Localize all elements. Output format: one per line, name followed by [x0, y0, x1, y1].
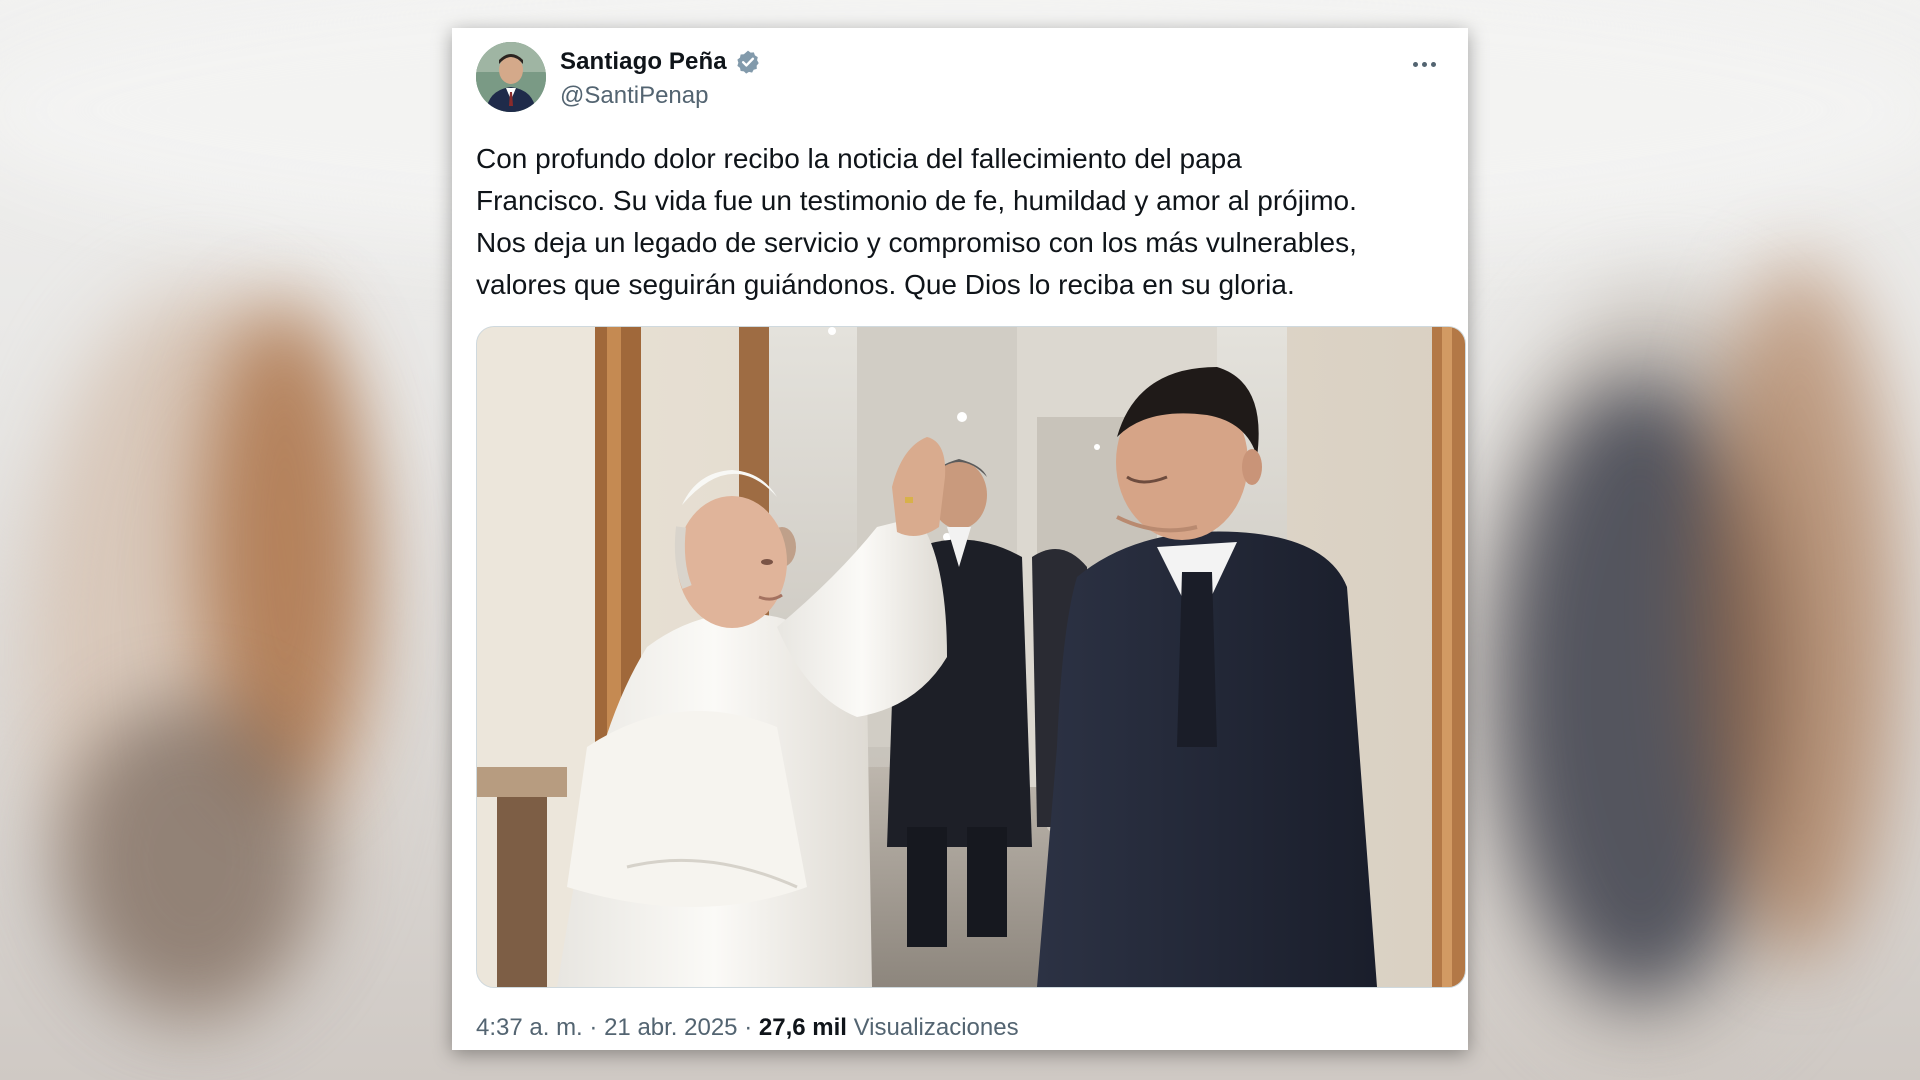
tweet-meta: 4:37 a. m. · 21 abr. 2025 · 27,6 mil Vis…	[476, 1014, 1019, 1042]
tweet-text-line: Con profundo dolor recibo la noticia del…	[476, 143, 1242, 174]
tweet-card: Santiago Peña @SantiPenap Con profundo d…	[452, 28, 1468, 1050]
tweet-date[interactable]: 21 abr. 2025	[604, 1014, 737, 1041]
views-label: Visualizaciones	[853, 1014, 1019, 1041]
meta-separator: ·	[589, 1014, 598, 1041]
author-avatar[interactable]	[476, 42, 546, 112]
tweet-photo[interactable]	[476, 326, 1466, 988]
tweet-text-line: Nos deja un legado de servicio y comprom…	[476, 227, 1357, 258]
views-count: 27,6 mil	[758, 1014, 847, 1041]
tweet-text-line: valores que seguirán guiándonos. Que Dio…	[476, 269, 1295, 300]
tweet-time[interactable]: 4:37 a. m.	[476, 1014, 583, 1041]
author-display-name[interactable]: Santiago Peña	[560, 48, 727, 76]
more-options-icon[interactable]	[1404, 50, 1444, 78]
tweet-text: Con profundo dolor recibo la noticia del…	[476, 138, 1444, 306]
author-names: Santiago Peña @SantiPenap	[560, 48, 761, 110]
meta-separator: ·	[744, 1014, 753, 1041]
author-handle[interactable]: @SantiPenap	[560, 82, 761, 110]
verified-badge-icon	[735, 49, 761, 75]
tweet-header: Santiago Peña @SantiPenap	[476, 42, 1444, 122]
tweet-text-line: Francisco. Su vida fue un testimonio de …	[476, 185, 1357, 216]
